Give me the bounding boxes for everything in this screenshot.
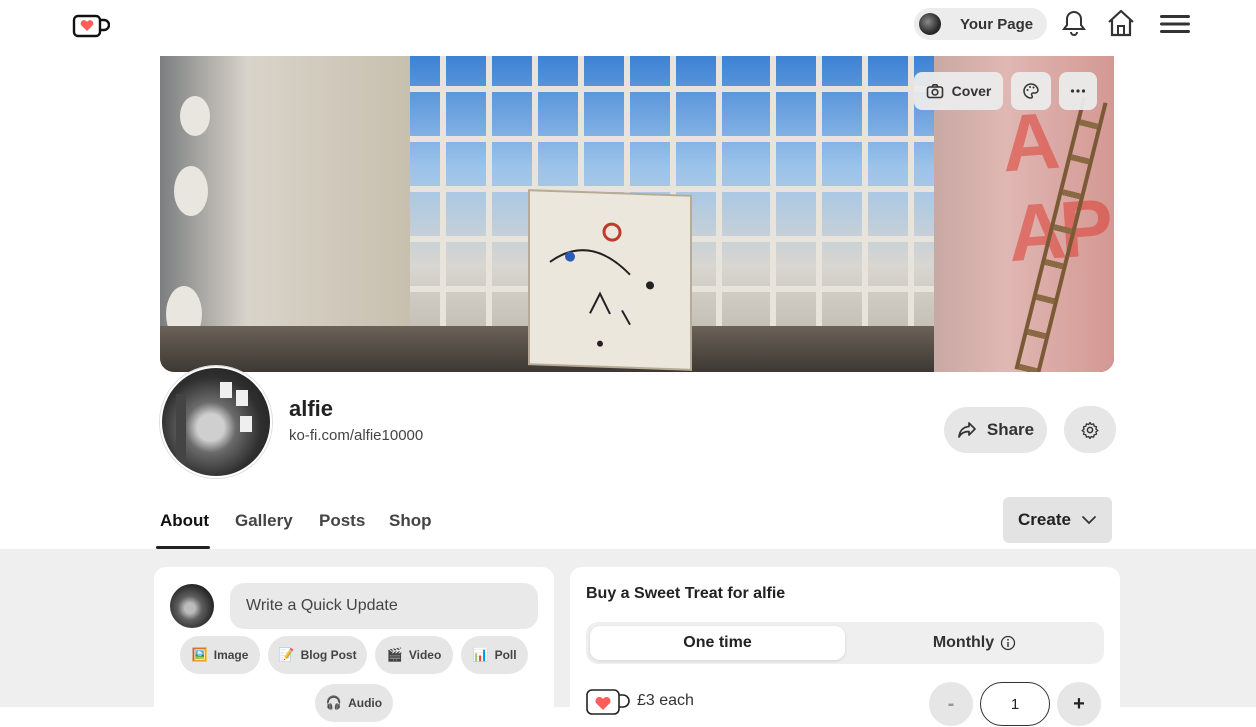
post-poll-button[interactable]: 📊 Poll xyxy=(461,636,528,674)
post-video-button[interactable]: 🎬 Video xyxy=(375,636,453,674)
hamburger-menu-icon[interactable] xyxy=(1159,12,1191,36)
poll-icon: 📊 xyxy=(472,647,489,662)
share-label: Share xyxy=(986,420,1035,439)
blog-post-icon: 📝 xyxy=(278,647,295,662)
video-icon: 🎬 xyxy=(386,647,403,662)
frequency-toggle: One time Monthly xyxy=(586,622,1104,664)
profile-name: alfie xyxy=(289,396,334,421)
decrease-quantity-button[interactable]: - xyxy=(929,682,973,726)
settings-button[interactable] xyxy=(1064,406,1116,453)
image-icon: 🖼️ xyxy=(191,647,208,662)
tab-posts[interactable]: Posts xyxy=(319,511,365,531)
more-options-button[interactable] xyxy=(1059,72,1097,110)
palette-icon xyxy=(1023,83,1039,99)
theme-palette-button[interactable] xyxy=(1011,72,1051,110)
post-type-label: Image xyxy=(213,648,249,662)
studio-window xyxy=(730,56,940,336)
monthly-label: Monthly xyxy=(932,634,995,651)
gear-icon xyxy=(1081,421,1099,439)
coffee-cup-icon xyxy=(586,689,630,715)
camera-icon xyxy=(926,84,943,99)
quick-update-input[interactable]: Write a Quick Update xyxy=(230,583,538,629)
avatar-detail xyxy=(236,390,248,406)
share-icon xyxy=(958,422,976,438)
create-dropdown-button[interactable]: Create xyxy=(1003,497,1112,543)
ellipsis-icon xyxy=(1070,89,1086,93)
painting-canvas xyxy=(530,191,690,369)
avatar xyxy=(170,584,214,628)
increase-quantity-button[interactable]: + xyxy=(1057,682,1101,726)
post-blog-button[interactable]: 📝 Blog Post xyxy=(268,636,367,674)
post-image-button[interactable]: 🖼️ Image xyxy=(180,636,260,674)
quantity-stepper[interactable]: 1 xyxy=(980,682,1050,726)
profile-url[interactable]: ko-fi.com/alfie10000 xyxy=(289,427,423,444)
info-icon[interactable] xyxy=(1000,635,1016,651)
share-button[interactable]: Share xyxy=(944,407,1047,453)
home-icon[interactable] xyxy=(1106,8,1136,38)
notifications-bell-icon[interactable] xyxy=(1061,9,1087,37)
wall-blob xyxy=(174,166,208,216)
avatar-detail xyxy=(240,416,252,432)
post-audio-button[interactable]: 🎧 Audio xyxy=(315,684,393,722)
tab-shop[interactable]: Shop xyxy=(389,511,432,531)
wall-blob xyxy=(180,96,210,136)
post-type-label: Video xyxy=(408,648,442,662)
post-type-label: Poll xyxy=(494,648,517,662)
audio-icon: 🎧 xyxy=(325,695,343,710)
post-type-label: Blog Post xyxy=(300,648,357,662)
ko-fi-logo-icon[interactable] xyxy=(72,12,110,40)
avatar-detail xyxy=(176,394,186,464)
chevron-down-icon xyxy=(1082,516,1096,525)
avatar xyxy=(919,13,941,35)
cover-button-label: Cover xyxy=(951,83,992,99)
your-page-button[interactable]: Your Page xyxy=(914,8,1047,40)
monthly-option[interactable]: Monthly xyxy=(847,626,1102,660)
one-time-option[interactable]: One time xyxy=(590,626,845,660)
change-cover-button[interactable]: Cover xyxy=(914,72,1003,110)
tab-about[interactable]: About xyxy=(160,511,209,531)
your-page-label: Your Page xyxy=(960,15,1034,33)
top-navigation-bar: Your Page xyxy=(0,0,1256,56)
create-label: Create xyxy=(1018,510,1071,529)
tab-gallery[interactable]: Gallery xyxy=(235,511,293,531)
support-title: Buy a Sweet Treat for alfie xyxy=(586,585,786,602)
profile-avatar[interactable] xyxy=(160,366,272,478)
price-each: £3 each xyxy=(637,692,694,709)
avatar-detail xyxy=(220,382,232,398)
post-type-label: Audio xyxy=(348,696,383,710)
